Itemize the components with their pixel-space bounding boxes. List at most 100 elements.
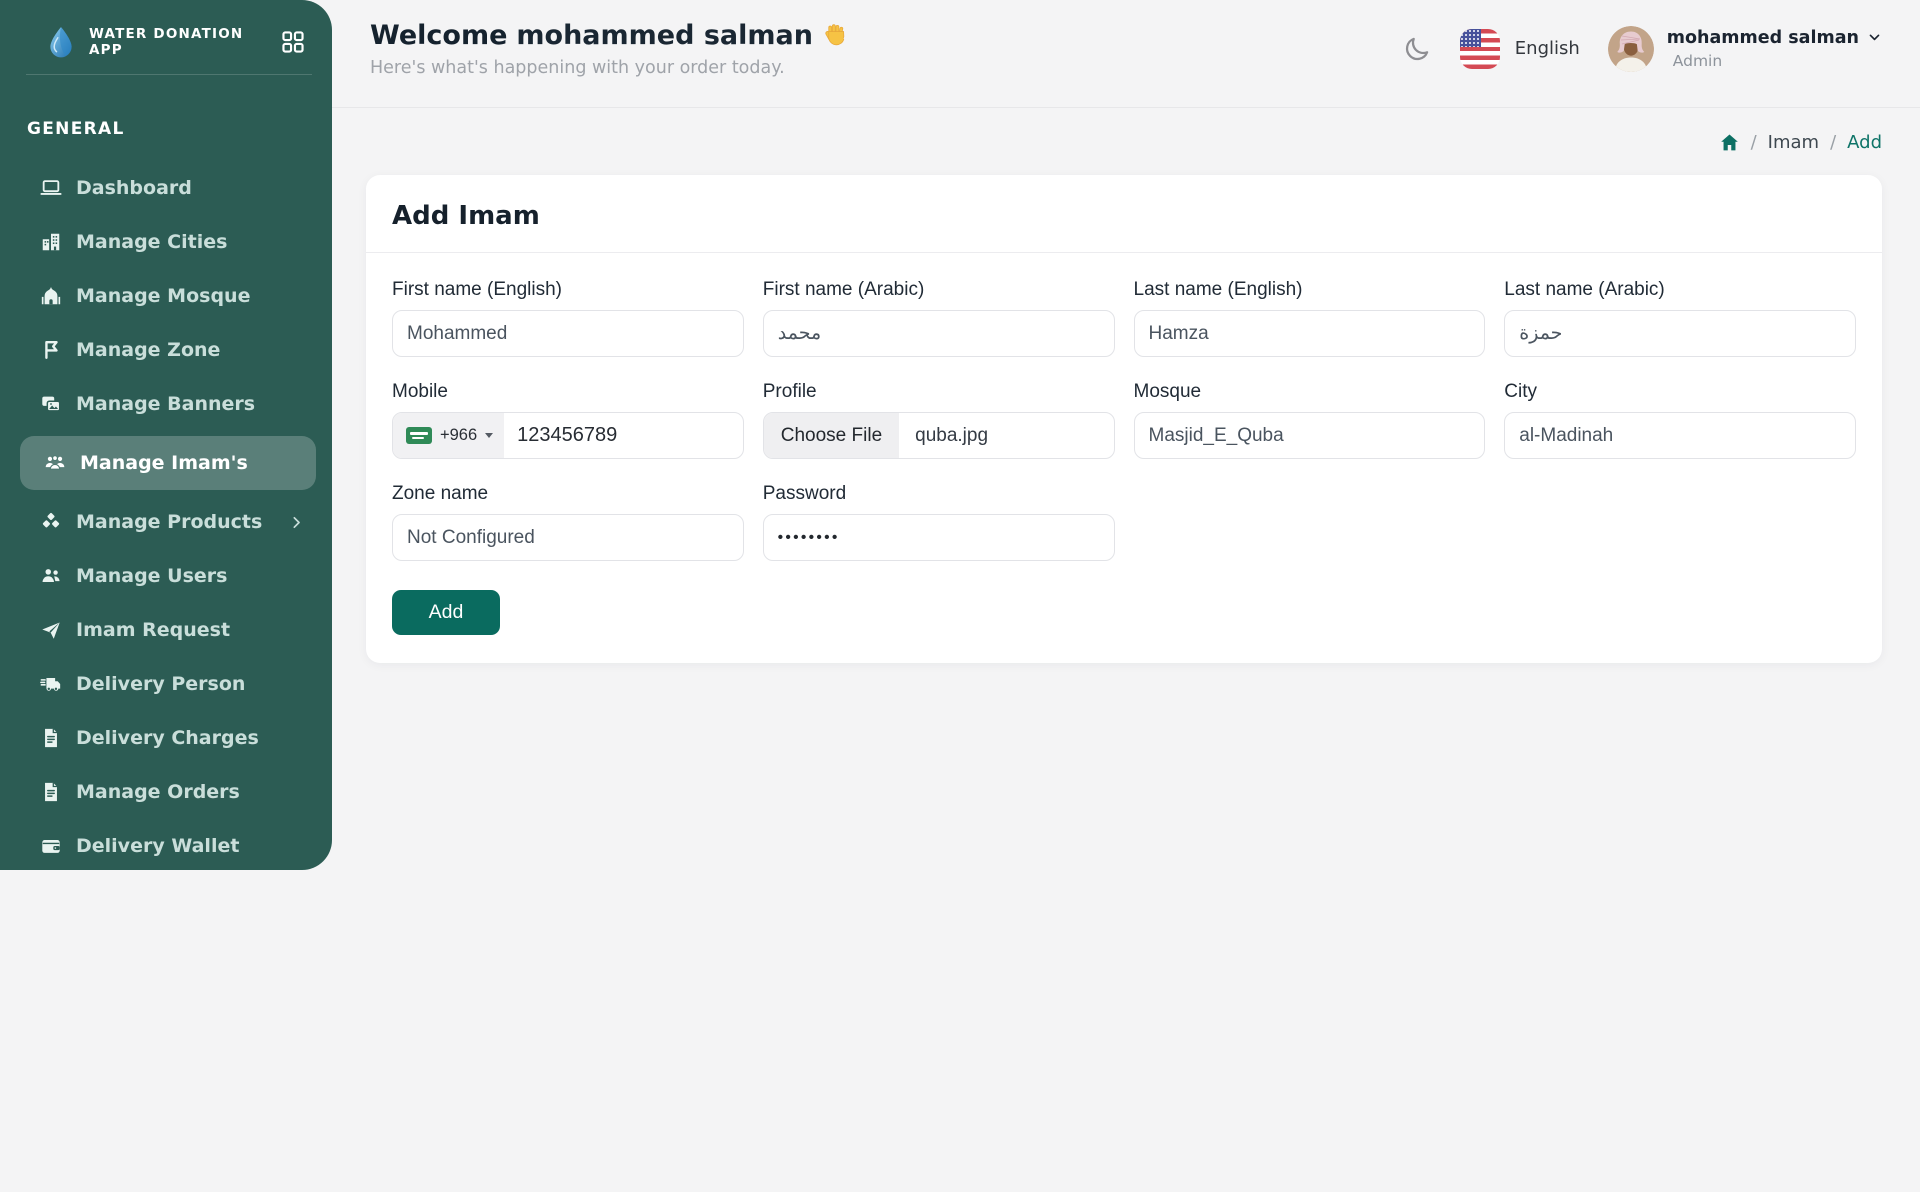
add-imam-form: First name (English) First name (Arabic)… [366,253,1882,663]
chevron-right-icon [293,516,300,528]
first-name-english-label: First name (English) [392,279,562,300]
mosque-label: Mosque [1133,381,1202,402]
dial-caret-icon [485,433,494,438]
first-name-arabic-label: First name (Arabic) [762,279,925,300]
sidebar-item-label: Delivery Wallet [76,835,240,857]
field-mobile: Mobile +966 123456789 [392,380,744,459]
profile-text: mohammed salman Admin [1667,28,1882,70]
mobile-input-group: +966 123456789 [392,412,744,459]
sidebar-item-manage-zone[interactable]: Manage Zone [16,323,318,377]
sidebar-item-manage-imams[interactable]: Manage Imam's [20,436,316,490]
sidebar-menu: Dashboard Manage Cities Manage Mosque Ma… [0,139,332,870]
sidebar-item-manage-products[interactable]: Manage Products [16,495,318,549]
sidebar-item-manage-cities[interactable]: Manage Cities [16,215,318,269]
city-icon [42,233,60,251]
sidebar-item-delivery-person[interactable]: Delivery Person [16,657,318,711]
us-flag-canton [1459,28,1481,47]
profile-menu[interactable]: mohammed salman Admin [1607,25,1882,72]
main-content: Welcome mohammed salman Here's what's ha… [332,0,1920,1192]
profile-file-input[interactable]: Choose File quba.jpg [762,412,1115,459]
sidebar-item-label: Manage Banners [76,393,256,415]
field-zone-name: Zone name [392,482,744,561]
choose-file-button[interactable]: Choose File [763,413,900,458]
app-title: WATER DONATION APP [89,26,244,58]
first-name-english-input[interactable] [392,310,744,357]
field-first-name-english: First name (English) [392,278,744,357]
breadcrumb: / Imam / Add [332,108,1920,153]
products-icon [42,512,60,528]
sidebar-item-delivery-charges[interactable]: Delivery Charges [16,711,318,765]
form-actions: Add [392,584,1856,635]
users-icon [42,569,60,582]
sidebar-item-manage-users[interactable]: Manage Users [16,549,318,603]
sidebar-item-label: Delivery Charges [76,727,259,749]
sidebar-item-label: Imam Request [76,619,231,641]
greeting-text: Welcome [370,19,508,51]
chosen-file-name: quba.jpg [915,424,989,446]
card-header: Add Imam [366,175,1882,253]
chevron-down-icon [1869,34,1880,41]
breadcrumb-separator: / [1830,132,1837,153]
home-icon[interactable] [1719,132,1740,153]
laptop-icon [40,180,62,195]
charges-icon [45,728,57,748]
sidebar-item-label: Manage Users [76,565,228,587]
card-title: Add Imam [392,201,540,231]
mobile-label: Mobile [392,381,448,402]
password-input[interactable] [762,514,1115,561]
sidebar-item-label: Dashboard [76,177,192,199]
sidebar-item-label: Manage Mosque [76,285,251,307]
zone-name-input[interactable] [392,514,744,561]
apps-grid-icon[interactable] [280,29,306,55]
sidebar-item-label: Manage Products [76,511,263,533]
profile-label: Profile [762,381,817,402]
field-city: City [1504,380,1856,459]
sidebar-item-label: Manage Zone [76,339,221,361]
welcome-subtitle: Here's what's happening with your order … [370,57,785,78]
imams-icon [45,455,65,470]
breadcrumb-add[interactable]: Add [1847,132,1882,153]
sidebar-item-manage-orders[interactable]: Manage Orders [16,765,318,819]
banner-icon [42,396,61,412]
us-flag-icon [1459,28,1500,69]
breadcrumb-imam[interactable]: Imam [1768,132,1819,153]
field-first-name-arabic: First name (Arabic) [762,278,1115,357]
field-mosque: Mosque [1133,380,1486,459]
last-name-arabic-input[interactable] [1504,310,1856,357]
dark-mode-moon-icon[interactable] [1402,34,1432,64]
waving-hand-icon [825,23,845,45]
mosque-input[interactable] [1133,412,1486,459]
sidebar-item-manage-banners[interactable]: Manage Banners [16,377,318,431]
field-profile: Profile Choose File quba.jpg [762,380,1115,459]
mobile-number-input[interactable]: 123456789 [504,424,630,447]
paper-plane-icon [42,622,60,639]
language-selector[interactable]: English [1459,28,1580,69]
last-name-english-input[interactable] [1133,310,1486,357]
topbar-actions: English mohammed salman Admin [1402,25,1882,72]
add-imam-card: Add Imam First name (English) First name… [366,175,1882,663]
sidebar-item-manage-mosque[interactable]: Manage Mosque [16,269,318,323]
language-label: English [1514,38,1580,59]
first-name-arabic-input[interactable] [762,310,1115,357]
profile-name: mohammed salman [1666,27,1859,48]
sidebar-item-label: Delivery Person [76,673,246,695]
sidebar: WATER DONATION APP GENERAL Dashboard Man… [0,0,332,870]
zone-name-label: Zone name [392,483,489,504]
welcome-title: Welcome mohammed salman [370,20,849,51]
city-input[interactable] [1504,412,1856,459]
sidebar-item-label: Manage Imam's [80,452,248,474]
profile-role: Admin [1672,51,1723,70]
sidebar-item-imam-request[interactable]: Imam Request [16,603,318,657]
add-button[interactable]: Add [392,590,500,635]
profile-name-row: mohammed salman [1667,28,1882,48]
sidebar-item-delivery-wallet[interactable]: Delivery Wallet [16,819,318,870]
field-last-name-arabic: Last name (Arabic) [1504,278,1856,357]
wallet-icon [42,840,60,853]
field-last-name-english: Last name (English) [1133,278,1486,357]
truck-icon [40,678,61,691]
app-logo[interactable]: WATER DONATION APP [0,0,332,74]
sidebar-item-dashboard[interactable]: Dashboard [16,161,318,215]
zone-icon [45,341,58,359]
dial-code-selector[interactable]: +966 [393,413,505,458]
sidebar-item-label: Manage Cities [76,231,228,253]
